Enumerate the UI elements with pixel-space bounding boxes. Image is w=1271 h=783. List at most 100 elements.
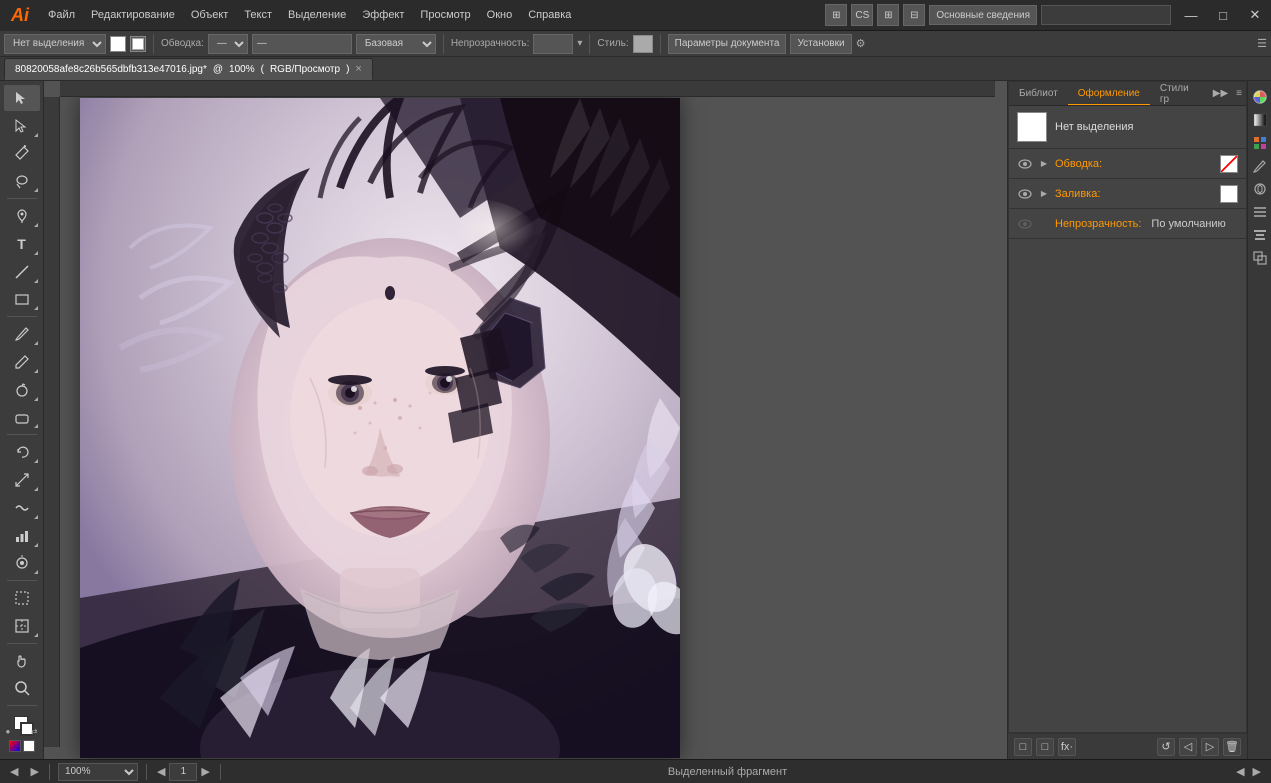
stroke-dropdown[interactable]: —	[208, 34, 248, 54]
pen-tool-btn[interactable]	[4, 203, 40, 229]
scale-tool-btn[interactable]	[4, 467, 40, 493]
minimize-button[interactable]: —	[1175, 0, 1207, 31]
magic-wand-tool-btn[interactable]	[4, 141, 40, 167]
page-prev-icon[interactable]: ◀	[155, 765, 167, 778]
zoom-tool-btn[interactable]	[4, 676, 40, 702]
gradient-icon[interactable]	[1250, 110, 1270, 130]
fill-label[interactable]: Заливка:	[1055, 188, 1100, 200]
doc-params-button[interactable]: Параметры документа	[668, 34, 787, 54]
pathfinder-icon[interactable]	[1250, 248, 1270, 268]
symbols-icon[interactable]	[1250, 179, 1270, 199]
close-button[interactable]: ✕	[1239, 0, 1271, 31]
maximize-button[interactable]: □	[1207, 0, 1239, 31]
graph-tool-btn[interactable]	[4, 523, 40, 549]
stroke-color-swatch[interactable]	[1220, 155, 1238, 173]
new-layer-icon[interactable]: □	[1014, 738, 1032, 756]
tab-library[interactable]: Библиот	[1009, 82, 1068, 105]
tab-bar: 80820058afe8c26b565dbfb313e47016.jpg* @ …	[0, 57, 1271, 81]
menu-view[interactable]: Просмотр	[412, 0, 478, 30]
fill-visibility-icon[interactable]	[1017, 187, 1033, 201]
lasso-tool-btn[interactable]	[4, 168, 40, 194]
stroke-label[interactable]: Обводка:	[1055, 158, 1102, 170]
menu-file[interactable]: Файл	[40, 0, 83, 30]
arrangement-icon: ⊞	[825, 4, 847, 26]
direct-select-tool-btn[interactable]	[4, 113, 40, 139]
document-tab[interactable]: 80820058afe8c26b565dbfb313e47016.jpg* @ …	[4, 58, 373, 80]
stroke-value-input[interactable]	[252, 34, 352, 54]
pencil-tool-btn[interactable]	[4, 349, 40, 375]
page-number-input[interactable]	[169, 763, 197, 781]
color-icon[interactable]	[1250, 87, 1270, 107]
tab-close-icon[interactable]: ×	[355, 63, 361, 75]
tab-filename: 80820058afe8c26b565dbfb313e47016.jpg*	[15, 64, 207, 75]
opacity-input[interactable]: 100%	[533, 34, 573, 54]
brush-icon[interactable]	[1250, 156, 1270, 176]
prev-icon[interactable]: ◁	[1179, 738, 1197, 756]
status-right-arrow[interactable]: ▶	[1251, 765, 1263, 778]
profile-button[interactable]: Основные сведения	[929, 5, 1037, 25]
horizontal-ruler	[60, 81, 995, 97]
line-tool-btn[interactable]	[4, 259, 40, 285]
status-left-arrow[interactable]: ◀	[1234, 765, 1246, 778]
panel-options-icon[interactable]: ≡	[1232, 88, 1246, 99]
hand-tool-btn[interactable]	[4, 648, 40, 674]
status-arrow-right-icon[interactable]: ▶	[28, 765, 40, 778]
menu-object[interactable]: Объект	[183, 0, 236, 30]
tab-colormode-value: RGB/Просмотр	[270, 64, 340, 75]
fill-expand-icon[interactable]: ▶	[1039, 189, 1049, 199]
zoom-select[interactable]: 100% 50% 200% 75% 150%	[58, 763, 138, 781]
default-colors-icon[interactable]: ●	[6, 727, 11, 736]
opacity-default-value: По умолчанию	[1151, 218, 1225, 230]
align-icon[interactable]	[1250, 225, 1270, 245]
stroke-color-btn[interactable]	[130, 36, 146, 52]
page-next-icon[interactable]: ▶	[199, 765, 211, 778]
menu-help[interactable]: Справка	[520, 0, 579, 30]
delete-icon[interactable]: 🗑	[1223, 738, 1241, 756]
panel-stroke-row: ▶ Обводка:	[1009, 149, 1246, 179]
paintbrush-tool-btn[interactable]	[4, 321, 40, 347]
lines-icon[interactable]	[1250, 202, 1270, 222]
stroke-style-dropdown[interactable]: Базовая	[356, 34, 436, 54]
restore-icon[interactable]: ↺	[1157, 738, 1175, 756]
fill-color-swatch[interactable]	[1220, 185, 1238, 203]
toolbar-swatch-white	[110, 36, 126, 52]
menu-effect[interactable]: Эффект	[354, 0, 412, 30]
selection-dropdown[interactable]: Нет выделения	[4, 34, 106, 54]
fx-button[interactable]: fx·	[1058, 738, 1076, 756]
panel-tabs-menu-icon[interactable]: ▶▶	[1209, 88, 1232, 99]
opacity-arrow[interactable]: ▾	[577, 38, 582, 49]
tab-styles[interactable]: Стили гр	[1150, 82, 1209, 105]
stroke-expand-icon[interactable]: ▶	[1039, 159, 1049, 169]
settings-button[interactable]: Установки	[790, 34, 851, 54]
artboard-tool-btn[interactable]	[4, 585, 40, 611]
next-icon[interactable]: ▷	[1201, 738, 1219, 756]
search-input[interactable]	[1041, 5, 1171, 25]
fill-stroke-swatches[interactable]: ● ⇄	[6, 712, 38, 736]
ai-logo: Ai	[0, 0, 40, 31]
menu-edit[interactable]: Редактирование	[83, 0, 183, 30]
slice-tool-btn[interactable]	[4, 613, 40, 639]
menu-select[interactable]: Выделение	[280, 0, 354, 30]
select-tool-btn[interactable]	[4, 85, 40, 111]
menu-text[interactable]: Текст	[236, 0, 280, 30]
eraser-tool-btn[interactable]	[4, 405, 40, 431]
status-arrow-left-icon[interactable]: ◀	[8, 765, 20, 778]
rect-tool-btn[interactable]	[4, 287, 40, 313]
rotate-tool-btn[interactable]	[4, 439, 40, 465]
swatches-icon[interactable]	[1250, 133, 1270, 153]
none-mode-btn[interactable]	[23, 740, 35, 752]
opacity-label[interactable]: Непрозрачность:	[1055, 218, 1141, 230]
settings-icon[interactable]: ⚙	[856, 37, 866, 50]
tab-colormode: (	[261, 64, 264, 75]
type-tool-btn[interactable]: T	[4, 231, 40, 257]
symbol-tool-btn[interactable]	[4, 551, 40, 577]
stroke-visibility-icon[interactable]	[1017, 157, 1033, 171]
menu-window[interactable]: Окно	[479, 0, 521, 30]
tab-appearance[interactable]: Оформление	[1068, 82, 1150, 105]
panel-toggle-icon[interactable]: ☰	[1257, 37, 1267, 50]
blob-brush-tool-btn[interactable]	[4, 377, 40, 403]
new-item-icon[interactable]: □	[1036, 738, 1054, 756]
color-mode-btn[interactable]	[9, 740, 21, 752]
warp-tool-btn[interactable]	[4, 495, 40, 521]
swap-colors-icon[interactable]: ⇄	[31, 727, 38, 736]
